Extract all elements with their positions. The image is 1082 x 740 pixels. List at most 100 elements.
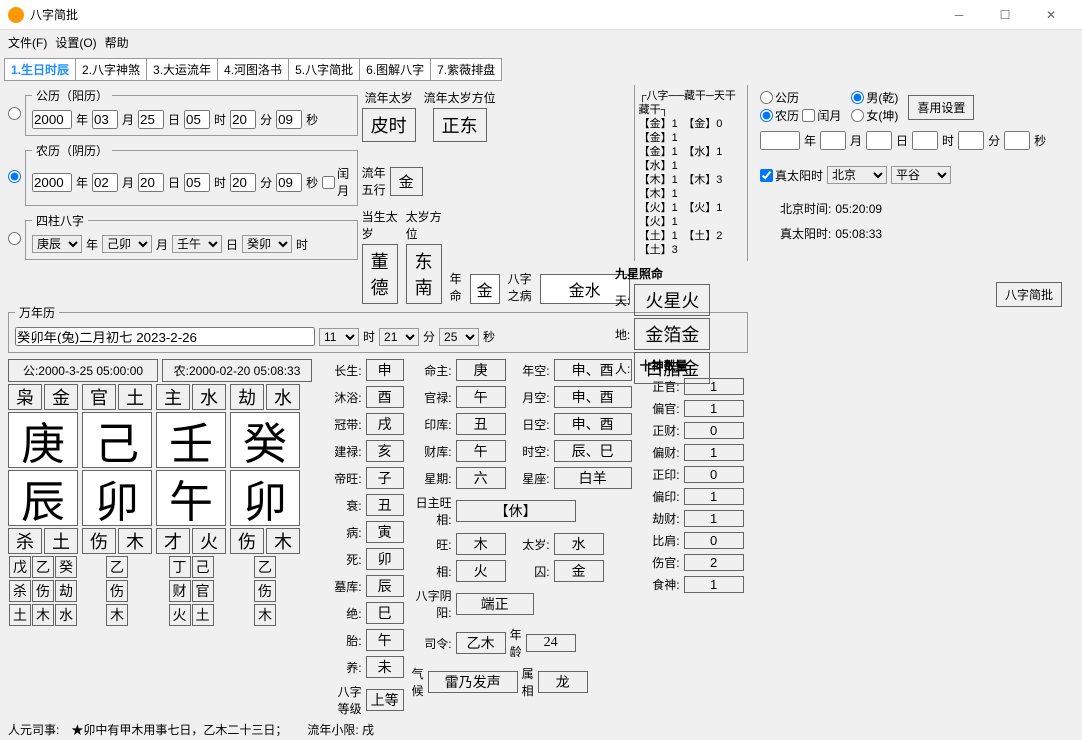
nongli-radio[interactable] [8, 170, 21, 183]
liunian-taisui[interactable]: 皮时 [362, 108, 416, 142]
ten-val: 1 [684, 576, 744, 593]
tab-3[interactable]: 3.大运流年 [147, 59, 218, 80]
menu-help[interactable]: 帮助 [105, 34, 129, 51]
life-val: 戌 [366, 413, 404, 435]
date-gongli: 公:2000-3-25 05:00:00 [8, 359, 158, 382]
sizhu-year[interactable]: 庚辰 [32, 235, 82, 253]
ten-val: 1 [684, 444, 744, 461]
gongli-day[interactable] [138, 110, 164, 129]
nongli-min[interactable] [230, 173, 256, 192]
pillar-top: 主 [156, 384, 190, 410]
menu-file[interactable]: 文件(F) [8, 34, 47, 51]
sizhu-month[interactable]: 己卯 [102, 235, 152, 253]
pillar-top: 枭 [8, 384, 42, 410]
gongli-min[interactable] [230, 110, 256, 129]
life-val: 丑 [366, 494, 404, 516]
wannian-text[interactable] [15, 327, 315, 346]
district-select[interactable]: 平谷 [891, 166, 951, 184]
tab-2[interactable]: 2.八字神煞 [76, 59, 147, 80]
tab-1[interactable]: 1.生日时辰 [5, 59, 76, 80]
pillar-gan: 癸 [230, 412, 300, 468]
jx-tian: 火星火 [634, 284, 710, 316]
pillar-gan: 庚 [8, 412, 78, 468]
r-male[interactable] [851, 91, 864, 104]
ten-val: 0 [684, 532, 744, 549]
gongli-month[interactable] [92, 110, 118, 129]
tab-5[interactable]: 5.八字简批 [289, 59, 360, 80]
life-val: 巳 [366, 602, 404, 624]
r-nongli[interactable] [760, 109, 773, 122]
r-year[interactable] [760, 131, 800, 150]
xiyong-button[interactable]: 喜用设置 [908, 95, 974, 120]
life-val: 寅 [366, 521, 404, 543]
sizhu-radio[interactable] [8, 232, 21, 245]
nongli-day[interactable] [138, 173, 164, 192]
r-leap[interactable] [802, 109, 815, 122]
ten-val: 1 [684, 400, 744, 417]
nianming: 金 [470, 274, 500, 304]
life-val: 午 [366, 629, 404, 651]
date-nongli: 农:2000-02-20 05:08:33 [162, 359, 312, 382]
nongli-year[interactable] [32, 173, 72, 192]
wannian-sec[interactable]: 25 [439, 328, 479, 346]
window-title: 八字简批 [30, 6, 936, 23]
jx-ren: 白腊金 [634, 352, 710, 384]
close-button[interactable]: ✕ [1028, 0, 1074, 30]
pillar-zhi: 午 [156, 470, 226, 526]
pillar-top: 劫 [230, 384, 264, 410]
tab-7[interactable]: 7.紫薇排盘 [431, 59, 501, 80]
app-icon [8, 7, 24, 23]
minimize-button[interactable]: ─ [936, 0, 982, 30]
gongli-year[interactable] [32, 110, 72, 129]
liunian-wuxing[interactable]: 金 [390, 167, 423, 196]
maximize-button[interactable]: ☐ [982, 0, 1028, 30]
tab-bar: 1.生日时辰 2.八字神煞 3.大运流年 4.河图洛书 5.八字简批 6.图解八… [4, 58, 502, 81]
life-val: 辰 [366, 575, 404, 597]
gongli-hour[interactable] [184, 110, 210, 129]
r-day[interactable] [866, 131, 892, 150]
tab-6[interactable]: 6.图解八字 [360, 59, 431, 80]
footer-renyuan: 人元司事: ★卯中有甲木用事七日，乙木二十三日； [8, 721, 287, 738]
r-min[interactable] [958, 131, 984, 150]
tab-4[interactable]: 4.河图洛书 [218, 59, 289, 80]
leap-checkbox[interactable] [322, 176, 335, 189]
truesun-check[interactable] [760, 169, 773, 182]
pillar-zhi: 辰 [8, 470, 78, 526]
r-gongli[interactable] [760, 91, 773, 104]
pillar-gan: 己 [82, 412, 152, 468]
nongli-hour[interactable] [184, 173, 210, 192]
r-sec[interactable] [1004, 131, 1030, 150]
liunian-fangwei[interactable]: 正东 [433, 108, 487, 142]
r-female[interactable] [851, 109, 864, 122]
wannian-hour[interactable]: 11 [319, 328, 359, 346]
life-val: 亥 [366, 440, 404, 462]
ten-val: 1 [684, 488, 744, 505]
wannian-min[interactable]: 21 [379, 328, 419, 346]
pillar-zhi: 卯 [82, 470, 152, 526]
main-button[interactable]: 八字简批 [996, 282, 1062, 307]
ten-val: 0 [684, 466, 744, 483]
ten-val: 2 [684, 554, 744, 571]
pillar-zhi: 卯 [230, 470, 300, 526]
gongli-radio[interactable] [8, 107, 21, 120]
life-val: 未 [366, 656, 404, 678]
sizhu-hour[interactable]: 癸卯 [242, 235, 292, 253]
life-val: 卯 [366, 548, 404, 570]
ten-val: 1 [684, 510, 744, 527]
life-val: 申 [366, 359, 404, 381]
menu-settings[interactable]: 设置(O) [55, 34, 96, 51]
ds-fangwei[interactable]: 东南 [406, 244, 442, 304]
ten-val: 0 [684, 422, 744, 439]
nongli-month[interactable] [92, 173, 118, 192]
ds-taisui[interactable]: 董德 [362, 244, 398, 304]
r-hour[interactable] [912, 131, 938, 150]
nongli-sec[interactable] [276, 173, 302, 192]
gongli-sec[interactable] [276, 110, 302, 129]
life-val: 上等 [366, 689, 404, 711]
jx-di: 金箔金 [634, 318, 710, 350]
city-select[interactable]: 北京 [827, 166, 887, 184]
sizhu-day[interactable]: 壬午 [172, 235, 222, 253]
life-val: 子 [366, 467, 404, 489]
r-month[interactable] [820, 131, 846, 150]
pillar-top: 官 [82, 384, 116, 410]
